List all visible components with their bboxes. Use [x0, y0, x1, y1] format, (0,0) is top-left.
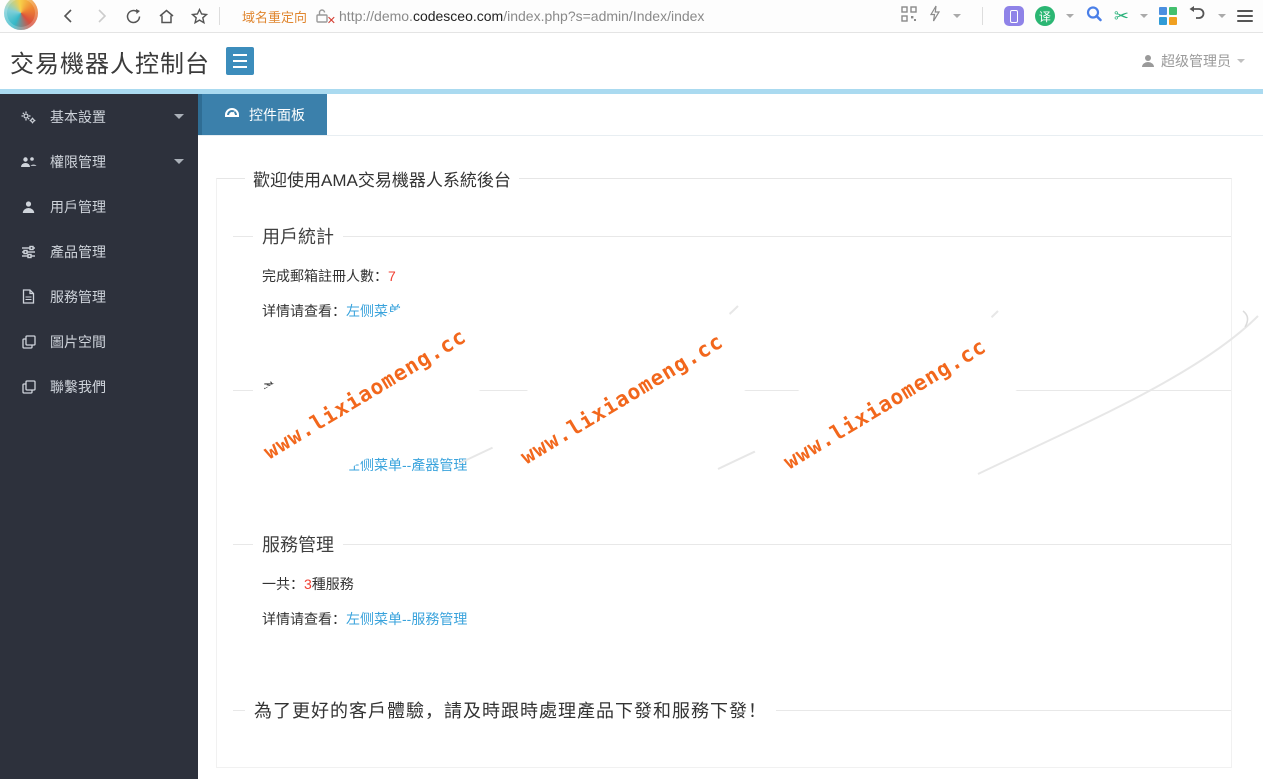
refresh-icon[interactable] — [124, 7, 143, 26]
forward-icon[interactable] — [92, 7, 110, 25]
stat-line: 一共：3產品 — [262, 422, 340, 438]
screenshot-scissors-icon[interactable]: ✂ — [1114, 7, 1129, 25]
link-product-management[interactable]: 左侧菜单--產器管理 — [346, 457, 467, 473]
user-menu[interactable]: 超级管理员 — [1141, 51, 1245, 71]
sidebar-item-label: 產品管理 — [50, 243, 106, 260]
clone-icon — [20, 379, 37, 394]
section-products: 產品 一共：3產品 详情请查看：左侧菜单--產器管理 — [233, 377, 1231, 499]
stat-value: 7 — [388, 268, 396, 284]
scissors-dropdown-caret-icon[interactable] — [1140, 14, 1148, 18]
dashboard-icon — [224, 107, 240, 123]
section-heading: 用戶統計 — [262, 227, 334, 247]
translate-dropdown-caret-icon[interactable] — [1065, 14, 1074, 18]
sidebar-item-products[interactable]: 產品管理 — [0, 229, 198, 274]
user-name: 超级管理员 — [1161, 53, 1231, 69]
detail-line: 详情请查看：左侧菜单--產器管理 — [262, 457, 468, 473]
toolbar-divider — [981, 7, 983, 25]
detail-line: 详情请查看：左侧菜单--服務管理 — [262, 611, 468, 627]
tab-control-panel[interactable]: 控件面板 — [198, 94, 327, 135]
toolbar-chevron-down-icon[interactable] — [952, 14, 961, 18]
undo-dropdown-caret-icon[interactable] — [1218, 14, 1226, 18]
section-heading: 服務管理 — [262, 535, 334, 555]
url-path: /index.php?s=admin/Index/index — [503, 8, 705, 24]
domain-redirect-label[interactable]: 域名重定向 — [242, 7, 307, 26]
translate-extension-icon[interactable]: 译 — [1034, 6, 1055, 26]
chevron-down-icon — [174, 159, 184, 164]
stat-value: 3 — [304, 422, 312, 438]
bookmark-star-icon[interactable] — [190, 7, 209, 26]
tab-bar: 控件面板 — [198, 94, 1263, 136]
section-services: 服務管理 一共：3種服務 详情请查看：左侧菜单--服務管理 — [233, 531, 1231, 653]
home-icon[interactable] — [157, 7, 176, 26]
welcome-panel: 歡迎使用AMA交易機器人系統後台 用戶統計 完成郵箱註冊人數：7 详情请查看：左… — [216, 166, 1232, 768]
address-bar-url[interactable]: http://demo.codesceo.com/index.php?s=adm… — [339, 8, 704, 24]
sidebar-item-basic-settings[interactable]: 基本設置 — [0, 94, 198, 139]
sidebar-toggle-button[interactable] — [226, 47, 254, 75]
lightning-icon[interactable] — [928, 5, 942, 27]
sidebar-item-label: 用戶管理 — [50, 198, 106, 215]
user-icon — [20, 200, 37, 214]
undo-history-icon[interactable] — [1188, 5, 1207, 27]
stat-line: 一共：3種服務 — [262, 576, 354, 592]
link-user-management[interactable]: 左侧菜单--用戶管理 — [346, 303, 467, 319]
user-menu-caret-icon — [1237, 59, 1245, 63]
sidebar-item-label: 圖片空間 — [50, 333, 106, 350]
toolbar-divider — [219, 7, 220, 25]
back-icon[interactable] — [60, 7, 78, 25]
gears-icon — [20, 109, 37, 125]
browser-menu-icon[interactable] — [1237, 7, 1253, 25]
stat-value: 3 — [304, 576, 312, 592]
welcome-heading: 歡迎使用AMA交易機器人系統後台 — [253, 171, 511, 190]
sidebar-item-image-space[interactable]: 圖片空間 — [0, 319, 198, 364]
tab-label: 控件面板 — [249, 106, 305, 123]
search-magnifier-icon[interactable] — [1085, 5, 1103, 28]
users-icon — [20, 155, 37, 169]
file-icon — [20, 289, 37, 304]
stat-line: 完成郵箱註冊人數：7 — [262, 268, 396, 284]
sidebar-item-permissions[interactable]: 權限管理 — [0, 139, 198, 184]
qr-code-icon[interactable] — [901, 5, 917, 27]
main-content: 歡迎使用AMA交易機器人系統後台 用戶統計 完成郵箱註冊人數：7 详情请查看：左… — [198, 136, 1263, 779]
footer-note-text: 為了更好的客戶體驗，請及時跟時處理產品下發和服務下發！ — [254, 701, 767, 721]
sliders-icon — [20, 245, 37, 259]
detail-line: 详情请查看：左侧菜单--用戶管理 — [262, 303, 468, 319]
section-heading: 產品 — [262, 381, 298, 401]
user-avatar-icon — [1142, 55, 1154, 67]
sidebar-item-label: 權限管理 — [50, 153, 106, 170]
browser-toolbar: 域名重定向 ✕ http://demo.codesceo.com/index.p… — [0, 0, 1263, 33]
app-header: 交易機器人控制台 超级管理员 — [0, 33, 1263, 89]
sidebar-item-services[interactable]: 服務管理 — [0, 274, 198, 319]
url-domain: codesceo.com — [412, 8, 504, 24]
url-scheme: http://demo. — [339, 8, 413, 24]
apps-grid-icon[interactable] — [1159, 7, 1177, 25]
mobile-extension-icon[interactable] — [1003, 6, 1024, 26]
sidebar-item-label: 基本設置 — [50, 108, 106, 125]
sidebar-item-label: 聯繫我們 — [50, 378, 106, 395]
insecure-lock-icon[interactable]: ✕ — [315, 8, 336, 27]
clone-icon — [20, 334, 37, 349]
page-title: 交易機器人控制台 — [10, 50, 210, 78]
link-service-management[interactable]: 左侧菜单--服務管理 — [346, 611, 467, 627]
sidebar-item-users[interactable]: 用戶管理 — [0, 184, 198, 229]
sidebar-nav: 基本設置 權限管理 用戶管理 產品管理 服務管理 圖片空間 聯繫我們 — [0, 94, 198, 779]
sidebar-item-label: 服務管理 — [50, 288, 106, 305]
sidebar-item-contact[interactable]: 聯繫我們 — [0, 364, 198, 409]
footer-note-panel: 為了更好的客戶體驗，請及時跟時處理產品下發和服務下發！ — [233, 697, 1231, 737]
chevron-down-icon — [174, 114, 184, 119]
section-user-stats: 用戶統計 完成郵箱註冊人數：7 详情请查看：左侧菜单--用戶管理 — [233, 223, 1231, 345]
browser-logo[interactable] — [4, 0, 38, 30]
